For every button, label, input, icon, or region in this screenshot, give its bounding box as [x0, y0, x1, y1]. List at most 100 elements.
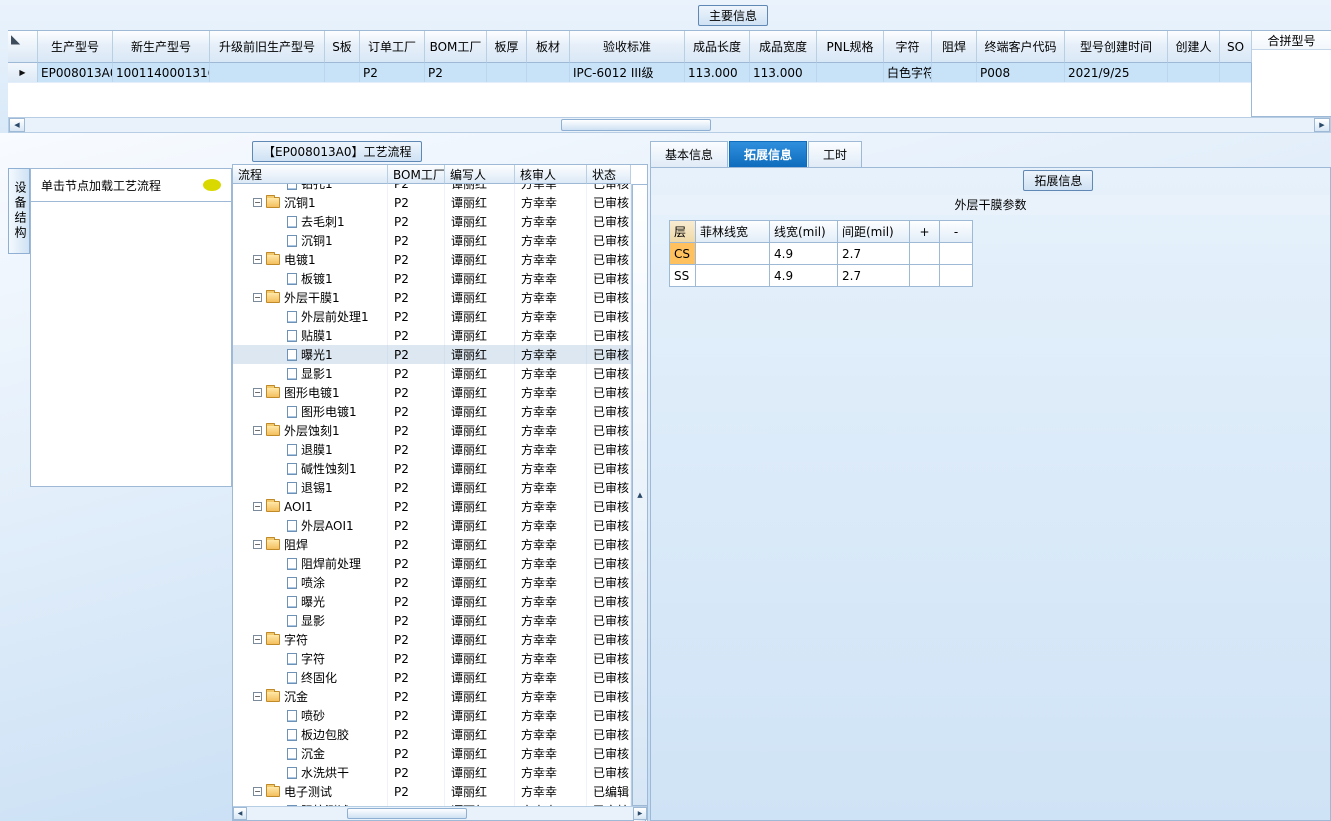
- tree-row[interactable]: 喷砂 P2 谭丽红 方幸幸 已审核: [233, 706, 631, 725]
- column-header-4[interactable]: S板: [325, 31, 360, 63]
- load-process-hint[interactable]: 单击节点加载工艺流程: [31, 169, 231, 202]
- tree-row[interactable]: 板镀1 P2 谭丽红 方幸幸 已审核: [233, 269, 631, 288]
- collapse-expander-icon[interactable]: −: [253, 255, 262, 264]
- collapse-expander-icon[interactable]: −: [253, 635, 262, 644]
- collapse-expander-icon[interactable]: −: [253, 502, 262, 511]
- tree-row[interactable]: 碱性蚀刻1 P2 谭丽红 方幸幸 已审核: [233, 459, 631, 478]
- tree-column-header-2[interactable]: BOM工厂: [388, 165, 445, 184]
- column-header-2[interactable]: 新生产型号: [113, 31, 210, 63]
- tree-row[interactable]: − 字符 P2 谭丽红 方幸幸 已审核: [233, 630, 631, 649]
- param-row[interactable]: CS 4.9 2.7: [670, 243, 973, 265]
- tree-vscrollbar[interactable]: ▲ ▼: [631, 184, 648, 821]
- column-header-11[interactable]: 成品宽度: [750, 31, 817, 63]
- column-header-9[interactable]: 验收标准: [570, 31, 685, 63]
- column-header-15[interactable]: 终端客户代码: [977, 31, 1065, 63]
- param-row[interactable]: SS 4.9 2.7: [670, 265, 973, 287]
- tree-column-header-3[interactable]: 编写人: [445, 165, 515, 184]
- tree-row[interactable]: − 图形电镀1 P2 谭丽红 方幸幸 已审核: [233, 383, 631, 402]
- column-header-12[interactable]: PNL规格: [817, 31, 884, 63]
- collapse-expander-icon[interactable]: −: [253, 540, 262, 549]
- tree-row[interactable]: 曝光 P2 谭丽红 方幸幸 已审核: [233, 592, 631, 611]
- tree-row[interactable]: − 外层蚀刻1 P2 谭丽红 方幸幸 已审核: [233, 421, 631, 440]
- tree-row[interactable]: 退膜1 P2 谭丽红 方幸幸 已审核: [233, 440, 631, 459]
- main-row-cell-1: EP008013A0: [38, 63, 113, 82]
- device-structure-tab[interactable]: 设备结构: [8, 168, 30, 254]
- column-header-10[interactable]: 成品长度: [685, 31, 750, 63]
- param-cell-1-5: [910, 243, 940, 265]
- tree-hscroll-track[interactable]: [247, 807, 633, 820]
- tree-cell-bom-factory: P2: [388, 725, 445, 744]
- tree-scroll-left-button[interactable]: ◀: [233, 807, 247, 820]
- tree-hscroll-thumb[interactable]: [347, 808, 467, 819]
- tree-row[interactable]: 外层AOI1 P2 谭丽红 方幸幸 已审核: [233, 516, 631, 535]
- document-icon: [287, 481, 297, 494]
- collapse-expander-icon[interactable]: −: [253, 388, 262, 397]
- app-window: 主要信息 ◣ 生产型号 新生产型号 升级前旧生产型号 S板 订单工厂 BOM工厂 板厚 板材验…: [0, 0, 1331, 821]
- tree-row[interactable]: − 电镀1 P2 谭丽红 方幸幸 已审核: [233, 250, 631, 269]
- scroll-left-button[interactable]: ◀: [9, 118, 25, 132]
- main-row-cell-18: [1220, 63, 1252, 82]
- merge-model-header[interactable]: 合拼型号: [1252, 31, 1331, 50]
- tab-2[interactable]: 拓展信息: [729, 141, 808, 167]
- tree-row[interactable]: 终固化 P2 谭丽红 方幸幸 已审核: [233, 668, 631, 687]
- column-header-7[interactable]: 板厚: [487, 31, 527, 63]
- collapse-expander-icon[interactable]: −: [253, 787, 262, 796]
- column-header-13[interactable]: 字符: [884, 31, 932, 63]
- param-column-header-5[interactable]: +: [910, 221, 940, 243]
- param-column-header-6[interactable]: -: [940, 221, 973, 243]
- tree-row[interactable]: 显影 P2 谭丽红 方幸幸 已审核: [233, 611, 631, 630]
- tree-row[interactable]: 贴膜1 P2 谭丽红 方幸幸 已审核: [233, 326, 631, 345]
- tree-cell-bom-factory: P2: [388, 592, 445, 611]
- main-info-row[interactable]: ▶ EP008013A010011400013160 P2P2 IPC-6012 I…: [8, 63, 1252, 83]
- tree-cell-writer: 谭丽红: [445, 231, 515, 250]
- scroll-up-button[interactable]: ▲: [632, 184, 648, 806]
- tab-3[interactable]: 工时: [808, 141, 863, 167]
- column-header-16[interactable]: 型号创建时间: [1065, 31, 1168, 63]
- tree-row[interactable]: − 外层干膜1 P2 谭丽红 方幸幸 已审核: [233, 288, 631, 307]
- tree-row[interactable]: 字符 P2 谭丽红 方幸幸 已审核: [233, 649, 631, 668]
- tree-row[interactable]: 显影1 P2 谭丽红 方幸幸 已审核: [233, 364, 631, 383]
- tree-row[interactable]: 沉铜1 P2 谭丽红 方幸幸 已审核: [233, 231, 631, 250]
- tree-row[interactable]: 外层前处理1 P2 谭丽红 方幸幸 已审核: [233, 307, 631, 326]
- tab-1[interactable]: 基本信息: [650, 141, 729, 167]
- tree-column-header-1[interactable]: 流程: [233, 165, 388, 184]
- tree-scroll-right-button[interactable]: ▶: [633, 807, 647, 820]
- hscroll-thumb[interactable]: [561, 119, 711, 131]
- column-header-1[interactable]: 生产型号: [38, 31, 113, 63]
- main-grid-hscrollbar[interactable]: ◀ ▶: [8, 117, 1331, 133]
- column-header-18[interactable]: SO: [1220, 31, 1252, 63]
- tree-row[interactable]: 曝光1 P2 谭丽红 方幸幸 已审核: [233, 345, 631, 364]
- tree-row[interactable]: − 沉金 P2 谭丽红 方幸幸 已审核: [233, 687, 631, 706]
- tree-row[interactable]: − 阻焊 P2 谭丽红 方幸幸 已审核: [233, 535, 631, 554]
- collapse-expander-icon[interactable]: −: [253, 198, 262, 207]
- tree-row[interactable]: 钻孔1 P2谭丽红方幸幸已审核: [233, 184, 631, 193]
- tree-column-header-4[interactable]: 核审人: [515, 165, 587, 184]
- tree-row[interactable]: − 电子测试 P2 谭丽红 方幸幸 已编辑: [233, 782, 631, 801]
- column-header-5[interactable]: 订单工厂: [360, 31, 425, 63]
- grid-corner-cell[interactable]: ◣: [8, 31, 38, 63]
- column-header-14[interactable]: 阻焊: [932, 31, 977, 63]
- tree-row[interactable]: 去毛刺1 P2 谭丽红 方幸幸 已审核: [233, 212, 631, 231]
- collapse-expander-icon[interactable]: −: [253, 293, 262, 302]
- collapse-expander-icon[interactable]: −: [253, 692, 262, 701]
- tree-row[interactable]: 水洗烘干 P2 谭丽红 方幸幸 已审核: [233, 763, 631, 782]
- tree-row[interactable]: 板边包胶 P2 谭丽红 方幸幸 已审核: [233, 725, 631, 744]
- tree-row[interactable]: − 沉铜1 P2 谭丽红 方幸幸 已审核: [233, 193, 631, 212]
- column-header-3[interactable]: 升级前旧生产型号: [210, 31, 325, 63]
- column-header-17[interactable]: 创建人: [1168, 31, 1220, 63]
- tree-row[interactable]: 图形电镀1 P2 谭丽红 方幸幸 已审核: [233, 402, 631, 421]
- column-header-8[interactable]: 板材: [527, 31, 570, 63]
- tree-row[interactable]: 退锡1 P2 谭丽红 方幸幸 已审核: [233, 478, 631, 497]
- hscroll-track[interactable]: [25, 118, 1314, 132]
- collapse-expander-icon[interactable]: −: [253, 426, 262, 435]
- node-label: 字符: [301, 652, 326, 666]
- column-header-6[interactable]: BOM工厂: [425, 31, 487, 63]
- tree-row[interactable]: 沉金 P2 谭丽红 方幸幸 已审核: [233, 744, 631, 763]
- tree-row[interactable]: 喷涂 P2 谭丽红 方幸幸 已审核: [233, 573, 631, 592]
- tree-column-header-5[interactable]: 状态: [587, 165, 631, 184]
- tree-hscrollbar[interactable]: ◀ ▶: [233, 806, 647, 820]
- tree-row[interactable]: 阻焊前处理 P2 谭丽红 方幸幸 已审核: [233, 554, 631, 573]
- scroll-right-button[interactable]: ▶: [1314, 118, 1330, 132]
- tree-row[interactable]: − AOI1 P2 谭丽红 方幸幸 已审核: [233, 497, 631, 516]
- tree-node-cell: 钻孔1: [233, 184, 388, 193]
